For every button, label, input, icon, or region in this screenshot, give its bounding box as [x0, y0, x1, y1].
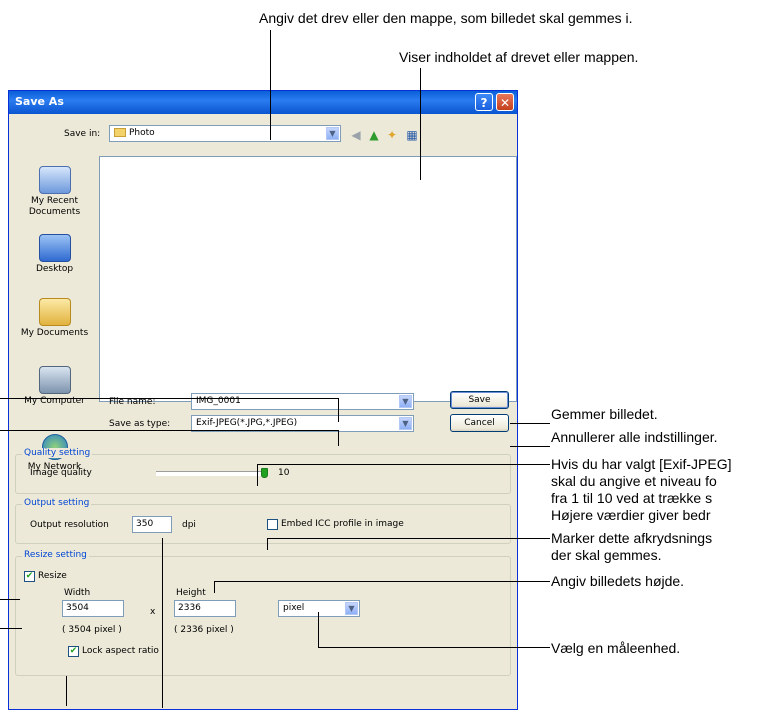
embed-icc-label: Embed ICC profile in image [281, 519, 404, 529]
leader-line-save [510, 423, 550, 424]
image-quality-label: Image quality [30, 468, 92, 478]
folder-icon [114, 128, 126, 137]
leader-line-icc-v [267, 538, 268, 550]
my-computer-icon [38, 366, 71, 394]
resize-group-title: Resize setting [22, 550, 89, 560]
save-as-dialog: Save As ? ✕ Save in: Photo ▼ ◀ ▲ ✦ ▦ My … [8, 90, 518, 710]
chevron-down-icon[interactable]: ▼ [326, 127, 339, 140]
leader-line-save-in [270, 30, 271, 140]
places-bar: My Recent Documents Desktop My Documents… [12, 148, 97, 473]
dialog-title: Save As [15, 95, 64, 108]
height-input[interactable]: 2336 [174, 600, 236, 617]
resize-label: Resize [38, 571, 67, 581]
place-label: My Documents [20, 328, 89, 339]
annotation-icc-2: der skal gemmes. [551, 547, 662, 563]
unit-value: pixel [283, 603, 305, 613]
chevron-down-icon[interactable]: ▼ [399, 395, 412, 408]
close-button[interactable]: ✕ [496, 93, 514, 111]
chevron-down-icon[interactable]: ▼ [345, 602, 358, 615]
back-icon[interactable]: ◀ [349, 128, 363, 142]
place-label: Documents [20, 207, 89, 218]
output-resolution-label: Output resolution [30, 520, 109, 530]
leader-line-icc [267, 538, 550, 539]
save-button[interactable]: Save [450, 391, 509, 409]
place-desktop[interactable]: Desktop [12, 234, 97, 275]
leader-line-height-v [214, 581, 215, 593]
new-folder-icon[interactable]: ✦ [385, 128, 399, 142]
my-documents-icon [38, 298, 71, 326]
annotation-quality-2: skal du angive et niveau fo [551, 473, 717, 489]
quality-value: 10 [278, 468, 290, 478]
save-in-value: Photo [129, 128, 155, 138]
annotation-contents: Viser indholdet af drevet eller mappen. [399, 49, 639, 65]
lock-aspect-checkbox[interactable]: ✔ [68, 646, 79, 657]
up-folder-icon[interactable]: ▲ [367, 128, 381, 142]
leader-line-resolution [162, 538, 163, 708]
embed-icc-checkbox[interactable] [267, 519, 278, 530]
unit-label: Unit [280, 588, 299, 598]
recent-documents-icon [38, 166, 71, 194]
view-menu-icon[interactable]: ▦ [405, 128, 419, 142]
annotation-height: Angiv billedets højde. [551, 573, 685, 589]
height-label: Height [176, 588, 206, 598]
file-list-area[interactable] [99, 156, 517, 402]
leader-line-resize [0, 599, 20, 600]
width-pixels: ( 3504 pixel ) [62, 625, 122, 635]
resize-checkbox[interactable]: ✔ [24, 571, 35, 582]
annotation-save: Gemmer billedet. [551, 406, 658, 422]
output-resolution-input[interactable]: 350 [132, 516, 172, 533]
width-input[interactable]: 3504 [62, 600, 124, 617]
desktop-icon [38, 234, 71, 262]
leader-line-unit-v [318, 612, 319, 648]
quality-slider-thumb[interactable] [261, 468, 268, 478]
annotation-unit: Vælg en måleenhed. [551, 640, 681, 656]
place-my-computer[interactable]: My Computer [12, 366, 97, 407]
annotation-icc-1: Marker dette afkrydsnings [551, 530, 713, 546]
times-label: x [150, 607, 156, 617]
lock-aspect-label: Lock aspect ratio [82, 646, 159, 656]
file-name-input[interactable]: IMG_0001 ▼ [191, 393, 414, 410]
resize-group: Resize setting ✔ Resize Width 3504 x Hei… [15, 550, 511, 676]
unit-select[interactable]: pixel ▼ [278, 600, 360, 617]
leader-line-quality [257, 464, 550, 465]
annotation-quality-4: Højere værdier giver bedr [551, 507, 711, 523]
quality-slider-track[interactable] [156, 471, 264, 476]
place-my-documents[interactable]: My Documents [12, 298, 97, 339]
leader-line-file-name [0, 398, 338, 399]
help-button[interactable]: ? [475, 93, 493, 111]
save-type-value: Exif-JPEG(*.JPG,*.JPEG) [196, 418, 298, 428]
height-pixels: ( 2336 pixel ) [174, 625, 234, 635]
quality-group: Quality setting Image quality 10 [15, 448, 511, 494]
quality-group-title: Quality setting [22, 448, 93, 458]
leader-line-save-type [0, 430, 338, 431]
width-label: Width [64, 588, 91, 598]
save-type-label: Save as type: [109, 419, 171, 429]
save-in-combo[interactable]: Photo ▼ [109, 125, 341, 142]
title-bar[interactable]: Save As ? ✕ [9, 91, 517, 114]
place-label: My Recent [20, 196, 89, 207]
leader-line-save-type-v [338, 430, 339, 446]
leader-line-cancel [510, 446, 550, 447]
output-group-title: Output setting [22, 498, 92, 508]
chevron-down-icon[interactable]: ▼ [399, 417, 412, 430]
annotation-quality-3: fra 1 til 10 ved at trække s [551, 490, 713, 506]
leader-line-unit [318, 647, 550, 648]
annotation-save-in: Angiv det drev eller den mappe, som bill… [259, 10, 633, 26]
leader-line-width [0, 628, 22, 629]
leader-line-contents [420, 68, 421, 180]
annotation-quality-1: Hvis du har valgt [Exif-JPEG] [551, 456, 732, 472]
place-my-recent-documents[interactable]: My Recent Documents [12, 166, 97, 218]
place-label: Desktop [20, 264, 89, 275]
cancel-button[interactable]: Cancel [450, 414, 509, 432]
leader-line-height [214, 581, 550, 582]
leader-line-file-name-v [338, 398, 339, 422]
leader-line-quality-v [257, 464, 258, 486]
annotation-cancel: Annullerer alle indstillinger. [551, 429, 718, 445]
dpi-label: dpi [182, 520, 196, 530]
save-in-label: Save in: [64, 129, 101, 139]
